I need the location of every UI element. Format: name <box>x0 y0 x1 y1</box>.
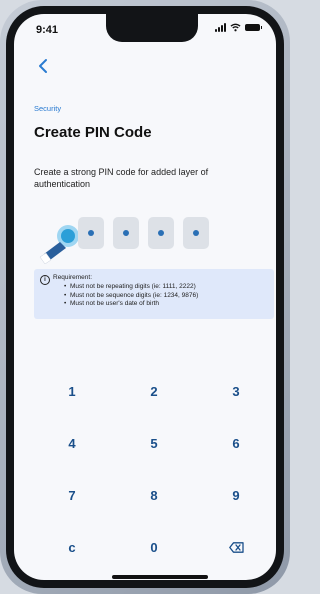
key-6[interactable]: 6 <box>206 428 266 458</box>
requirement-item: Must not be user's date of birth <box>64 300 198 309</box>
requirements-list: Must not be repeating digits (ie: 1111, … <box>64 283 198 309</box>
key-3[interactable]: 3 <box>206 376 266 406</box>
key-7[interactable]: 7 <box>42 480 102 510</box>
page-title: Create PIN Code <box>34 124 152 141</box>
pin-dot <box>123 230 129 236</box>
status-time: 9:41 <box>36 24 59 36</box>
backspace-button[interactable] <box>206 532 266 562</box>
pin-dot <box>193 230 199 236</box>
key-2[interactable]: 2 <box>124 376 184 406</box>
info-icon: i <box>40 275 50 285</box>
home-indicator <box>112 575 208 579</box>
requirements-box: i Requirement: Must not be repeating dig… <box>34 269 274 319</box>
requirement-item: Must not be sequence digits (ie: 1234, 9… <box>64 292 198 301</box>
key-0[interactable]: 0 <box>124 532 184 562</box>
pin-digit-box <box>148 217 174 249</box>
pin-dot <box>158 230 164 236</box>
status-icons <box>215 23 262 32</box>
requirements-title: Requirement: <box>53 274 93 281</box>
pin-digit-box <box>78 217 104 249</box>
section-label: Security <box>34 104 62 113</box>
key-5[interactable]: 5 <box>124 428 184 458</box>
battery-icon <box>245 24 262 31</box>
key-4[interactable]: 4 <box>42 428 102 458</box>
requirement-item: Must not be repeating digits (ie: 1111, … <box>64 283 198 292</box>
backspace-icon <box>228 541 244 553</box>
pin-digit-box <box>113 217 139 249</box>
key-clear[interactable]: c <box>42 532 102 562</box>
key-1[interactable]: 1 <box>42 376 102 406</box>
screen: 9:41 Security Create PIN Code Create a s… <box>14 14 276 580</box>
back-button[interactable] <box>34 56 54 76</box>
key-9[interactable]: 9 <box>206 480 266 510</box>
pin-dot <box>88 230 94 236</box>
pin-digit-box <box>183 217 209 249</box>
subtitle: Create a strong PIN code for added layer… <box>34 167 209 189</box>
wifi-icon <box>230 23 241 32</box>
notch <box>106 14 198 42</box>
key-8[interactable]: 8 <box>124 480 184 510</box>
pin-input[interactable] <box>78 217 209 249</box>
signal-icon <box>215 23 226 32</box>
